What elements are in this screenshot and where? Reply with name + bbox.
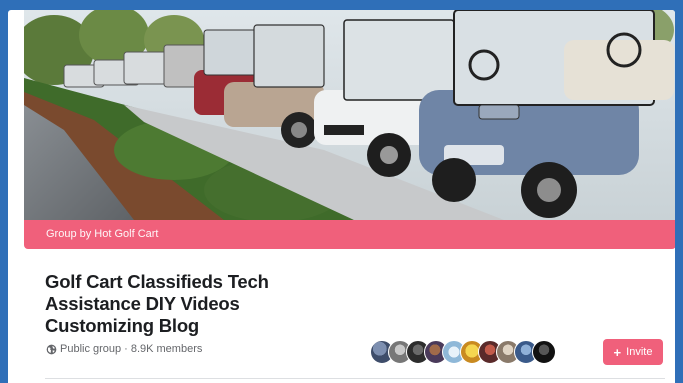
invite-label: Invite	[626, 346, 653, 358]
group-page: Group by Hot Golf Cart Golf Cart Classif…	[8, 10, 675, 383]
group-title[interactable]: Golf Cart Classifieds Tech Assistance DI…	[45, 271, 305, 337]
group-meta: Public group · 8.9K members	[46, 343, 202, 355]
meta-separator: ·	[124, 343, 128, 355]
plus-icon: +	[613, 344, 622, 360]
group-owner-banner[interactable]: Group by Hot Golf Cart	[24, 220, 675, 249]
globe-icon	[46, 344, 57, 354]
group-owner-label: Group by Hot Golf Cart	[46, 228, 159, 240]
golf-carts-image	[24, 10, 675, 220]
group-privacy: Public group	[60, 343, 122, 355]
invite-button[interactable]: + Invite	[603, 339, 663, 365]
member-avatars[interactable]	[370, 340, 556, 366]
divider	[45, 378, 665, 379]
cover-photo[interactable]	[24, 10, 675, 220]
avatar[interactable]	[532, 340, 556, 364]
member-count[interactable]: 8.9K members	[131, 343, 203, 355]
